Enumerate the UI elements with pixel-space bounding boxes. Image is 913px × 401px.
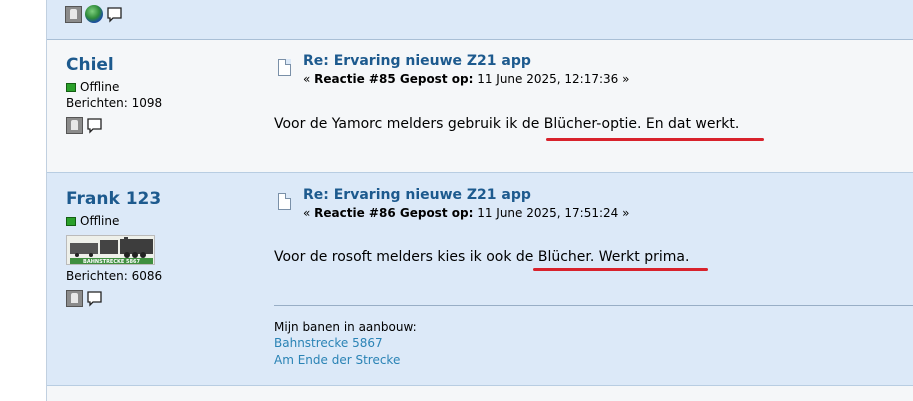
post-count: Berichten: 6086 <box>66 269 163 283</box>
status-indicator-icon <box>66 216 76 226</box>
status-label: Offline <box>80 214 120 228</box>
signature-label: Mijn banen in aanbouw: <box>274 320 417 334</box>
globe-icon[interactable] <box>85 5 103 23</box>
online-status: Offline <box>66 214 119 228</box>
signature-link-bahnstrecke[interactable]: Bahnstrecke 5867 <box>274 336 383 350</box>
profile-icon[interactable] <box>66 117 83 134</box>
avatar-caption: BAHNSTRECKE 5867 <box>83 259 140 265</box>
post-body: Voor de Yamorc melders gebruik ik de Blü… <box>274 116 740 132</box>
avatar: BAHNSTRECKE 5867 <box>66 235 155 265</box>
author-icons <box>66 290 103 307</box>
highlight-underline <box>533 268 708 271</box>
status-indicator-icon <box>66 82 76 92</box>
post-meta: « Reactie #85 Gepost op: 11 June 2025, 1… <box>303 72 629 86</box>
message-icon[interactable] <box>106 6 123 23</box>
post-count: Berichten: 1098 <box>66 96 163 110</box>
meta-prefix: « <box>303 72 311 86</box>
post-86: Frank 123 Offline BAHNSTRECKE 5867 Beric… <box>47 173 913 386</box>
post-title[interactable]: Re: Ervaring nieuwe Z21 app <box>303 187 531 203</box>
profile-icon[interactable] <box>65 5 82 23</box>
post-body: Voor de rosoft melders kies ik ook de Bl… <box>274 249 690 265</box>
meta-prefix: « <box>303 206 311 220</box>
post-date: 11 June 2025, 12:17:36 <box>477 72 619 86</box>
status-label: Offline <box>80 80 120 94</box>
meta-suffix: » <box>622 72 630 86</box>
post-date: 11 June 2025, 17:51:24 <box>477 206 619 220</box>
previous-post-footer <box>47 0 913 40</box>
author-icons <box>66 117 103 134</box>
forum-thread: Chiel Offline Berichten: 1098 Re: Ervari… <box>46 0 913 401</box>
signature-divider <box>274 305 913 306</box>
signature-link-am-ende[interactable]: Am Ende der Strecke <box>274 353 400 367</box>
profile-icon[interactable] <box>66 290 83 307</box>
next-post-header <box>47 386 913 401</box>
author-name[interactable]: Frank 123 <box>66 189 161 209</box>
reply-number[interactable]: Reactie #85 Gepost op: <box>314 72 473 86</box>
train-logo: BAHNSTRECKE 5867 <box>67 236 154 265</box>
message-icon[interactable] <box>86 290 103 307</box>
post-document-icon <box>278 59 291 76</box>
post-meta: « Reactie #86 Gepost op: 11 June 2025, 1… <box>303 206 629 220</box>
message-icon[interactable] <box>86 117 103 134</box>
previous-post-icons <box>65 5 123 23</box>
post-document-icon <box>278 193 291 210</box>
reply-number[interactable]: Reactie #86 Gepost op: <box>314 206 473 220</box>
highlight-underline <box>546 138 764 141</box>
meta-suffix: » <box>622 206 630 220</box>
post-85: Chiel Offline Berichten: 1098 Re: Ervari… <box>47 40 913 173</box>
online-status: Offline <box>66 80 119 94</box>
post-title[interactable]: Re: Ervaring nieuwe Z21 app <box>303 53 531 69</box>
author-name[interactable]: Chiel <box>66 55 114 75</box>
